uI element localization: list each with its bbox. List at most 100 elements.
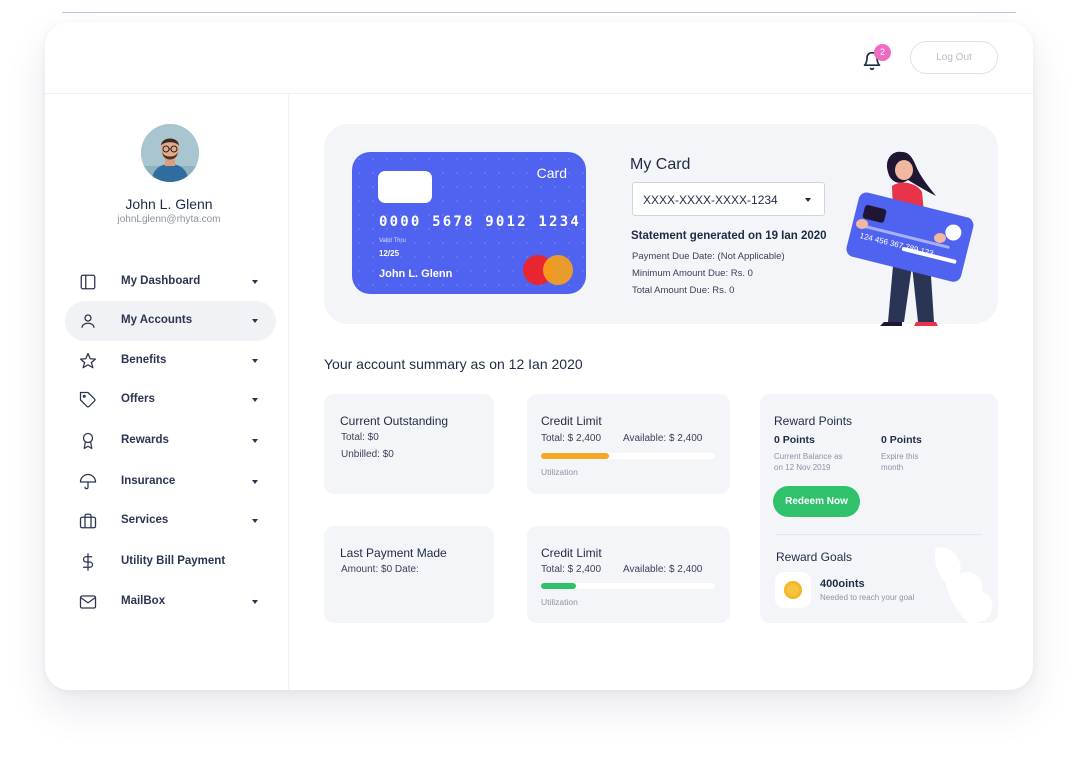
user-email: johnLglenn@rhyta.com — [117, 214, 221, 225]
mastercard-logo-orange — [543, 255, 573, 285]
credit-limit-title: Credit Limit — [541, 546, 602, 560]
card-select-value: XXXX-XXXX-XXXX-1234 — [643, 193, 778, 207]
dollar-icon — [82, 553, 94, 571]
avatar[interactable] — [141, 124, 199, 182]
reward-goal-value: 400oints — [820, 578, 865, 590]
caret-down-icon — [252, 519, 258, 523]
current-balance-date: on 12 Nov 2019 — [774, 463, 831, 472]
sidebar-item-label: Offers — [121, 393, 155, 405]
current-outstanding-title: Current Outstanding — [340, 414, 449, 428]
award-icon — [82, 432, 94, 450]
caret-down-icon — [252, 280, 258, 284]
star-icon — [79, 352, 97, 369]
sidebar-item-label: Services — [121, 514, 169, 526]
tag-icon — [79, 391, 96, 408]
utilization-bar — [541, 583, 715, 589]
credit-limit-card: Credit Limit Total: $ 2,400 Available: $… — [527, 526, 730, 623]
sidebar-item-label: Utility Bill Payment — [121, 555, 226, 567]
outstanding-total: Total: $0 — [341, 432, 379, 443]
utilization-label: Utilization — [541, 467, 578, 477]
reward-goals-title: Reward Goals — [776, 550, 853, 564]
card-number: 0000 5678 9012 1234 — [379, 214, 581, 230]
card-type-label: Card — [536, 165, 567, 181]
umbrella-icon — [79, 473, 97, 490]
reward-points-title: Reward Points — [774, 414, 853, 428]
sidebar-item-utility-bill-payment[interactable]: Utility Bill Payment — [65, 542, 276, 582]
current-outstanding-card: Current Outstanding Total: $0 Unbilled: … — [324, 394, 494, 494]
utilization-label: Utilization — [541, 597, 578, 607]
user-icon — [81, 314, 95, 328]
expiring-label: Expire this month — [881, 451, 918, 473]
redeem-now-button[interactable]: Redeem Now — [773, 486, 860, 517]
caret-down-icon — [252, 480, 258, 484]
sidebar: John L. Glenn johnLglenn@rhyta.com My Da… — [45, 94, 289, 690]
account-summary-title: Your account summary as on 12 Ian 2020 — [324, 356, 583, 372]
card-overview-panel: Card 0000 5678 9012 1234 Valid Thru 12/2… — [324, 124, 998, 326]
outstanding-unbilled: Unbilled: $0 — [341, 449, 394, 460]
reward-points-card: Reward Points 0 Points Current Balance a… — [760, 394, 998, 623]
sidebar-item-my-dashboard[interactable]: My Dashboard — [65, 262, 276, 302]
dashboard-icon — [80, 274, 96, 290]
payment-due-date: Payment Due Date: (Not Applicable) — [632, 251, 785, 262]
expiring-label-month: month — [881, 463, 904, 472]
sidebar-item-services[interactable]: Services — [65, 501, 276, 541]
credit-card[interactable]: Card 0000 5678 9012 1234 Valid Thru 12/2… — [352, 152, 586, 294]
sidebar-item-label: Insurance — [121, 475, 176, 487]
caret-down-icon — [252, 439, 258, 443]
my-card-title: My Card — [630, 156, 691, 173]
chevron-down-icon — [805, 198, 811, 202]
credit-limit-available: Available: $ 2,400 — [623, 564, 703, 575]
utilization-bar-fill — [541, 583, 576, 589]
main-content: Card 0000 5678 9012 1234 Valid Thru 12/2… — [290, 94, 1033, 690]
minimum-amount-due: Minimum Amount Due: Rs. 0 — [632, 268, 753, 279]
credit-limit-total: Total: $ 2,400 — [541, 564, 602, 575]
leaf-decoration — [934, 547, 993, 623]
coin-icon — [784, 581, 802, 599]
utilization-bar-fill — [541, 453, 609, 459]
card-select-dropdown[interactable]: XXXX-XXXX-XXXX-1234 — [632, 182, 825, 216]
credit-limit-total: Total: $ 2,400 — [541, 433, 602, 444]
caret-down-icon — [252, 398, 258, 402]
sidebar-item-my-accounts[interactable]: My Accounts — [65, 301, 276, 341]
sidebar-item-mailbox[interactable]: MailBox — [65, 582, 276, 622]
credit-limit-title: Credit Limit — [541, 414, 602, 428]
expiring-points: 0 Points — [881, 434, 922, 446]
top-header: 2 Log Out — [45, 22, 1033, 94]
credit-limit-card: Credit Limit Total: $ 2,400 Available: $… — [527, 394, 730, 494]
card-chip — [378, 171, 432, 203]
sidebar-item-label: MailBox — [121, 595, 166, 607]
current-balance-points: 0 Points — [774, 434, 815, 446]
sidebar-item-benefits[interactable]: Benefits — [65, 341, 276, 381]
card-holder-name: John L. Glenn — [379, 268, 453, 280]
valid-thru-label: Valid Thru — [379, 238, 406, 244]
last-payment-card: Last Payment Made Amount: $0 Date: — [324, 526, 494, 623]
last-payment-title: Last Payment Made — [340, 546, 447, 560]
mail-icon — [79, 595, 97, 609]
sidebar-item-offers[interactable]: Offers — [65, 380, 276, 420]
sidebar-item-insurance[interactable]: Insurance — [65, 462, 276, 502]
valid-thru-value: 12/25 — [379, 249, 400, 258]
current-balance-label-line: Current Balance as — [774, 452, 843, 461]
woman-holding-card-illustration: 124 456 367 789 123 — [846, 151, 974, 326]
expiring-label-line: Expire this — [881, 452, 919, 461]
credit-limit-available: Available: $ 2,400 — [623, 433, 703, 444]
current-balance-label: Current Balance as on 12 Nov 2019 — [774, 451, 842, 473]
reward-goal-subtitle: Needed to reach your goal — [820, 593, 915, 602]
caret-down-icon — [252, 359, 258, 363]
top-divider — [62, 12, 1016, 13]
briefcase-icon — [79, 513, 97, 529]
utilization-bar — [541, 453, 715, 459]
caret-down-icon — [252, 600, 258, 604]
sidebar-item-rewards[interactable]: Rewards — [65, 421, 276, 461]
caret-down-icon — [252, 319, 258, 323]
logout-button[interactable]: Log Out — [910, 41, 998, 74]
coin-tile — [775, 572, 811, 608]
sidebar-item-label: My Dashboard — [121, 275, 201, 287]
total-amount-due: Total Amount Due: Rs. 0 — [632, 285, 735, 296]
sidebar-item-label: My Accounts — [121, 314, 193, 326]
avatar-image — [141, 124, 199, 182]
sidebar-item-label: Benefits — [121, 354, 167, 366]
sidebar-item-label: Rewards — [121, 434, 169, 446]
user-name: John L. Glenn — [125, 196, 213, 212]
statement-date: Statement generated on 19 Ian 2020 — [631, 230, 827, 242]
